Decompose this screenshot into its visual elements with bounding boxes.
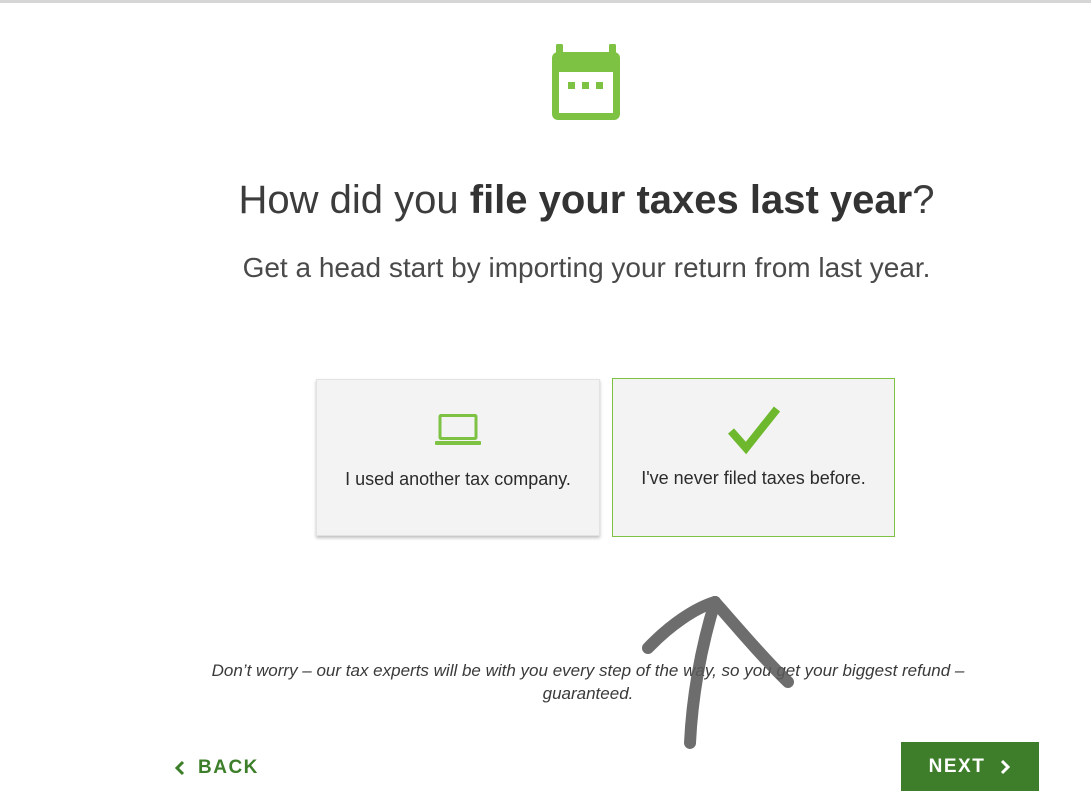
next-button[interactable]: NEXT [901,742,1039,791]
option-label: I used another tax company. [345,469,571,489]
calendar-icon [552,44,620,120]
back-button[interactable]: BACK [174,755,259,781]
page-title: How did you file your taxes last year? [0,178,1091,223]
checkmark-icon [727,406,780,455]
question-suffix: ? [912,178,935,222]
chevron-right-icon [1001,759,1011,774]
top-divider [0,0,1091,3]
reassurance-text: Don’t worry – our tax experts will be wi… [211,661,965,703]
question-prefix: How did you [238,178,470,222]
back-label: BACK [198,757,259,778]
page-subtitle: Get a head start by importing your retur… [242,252,931,283]
option-other-tax-company[interactable]: I used another tax company. [316,379,600,536]
chevron-left-icon [174,760,185,776]
import-return-page: How did you file your taxes last year? G… [0,0,1091,793]
next-label: NEXT [928,755,986,777]
question-emphasis: file your taxes last year [469,178,913,222]
laptop-icon [435,414,481,445]
option-never-filed[interactable]: I've never filed taxes before. [612,378,895,537]
option-label: I've never filed taxes before. [641,468,866,488]
